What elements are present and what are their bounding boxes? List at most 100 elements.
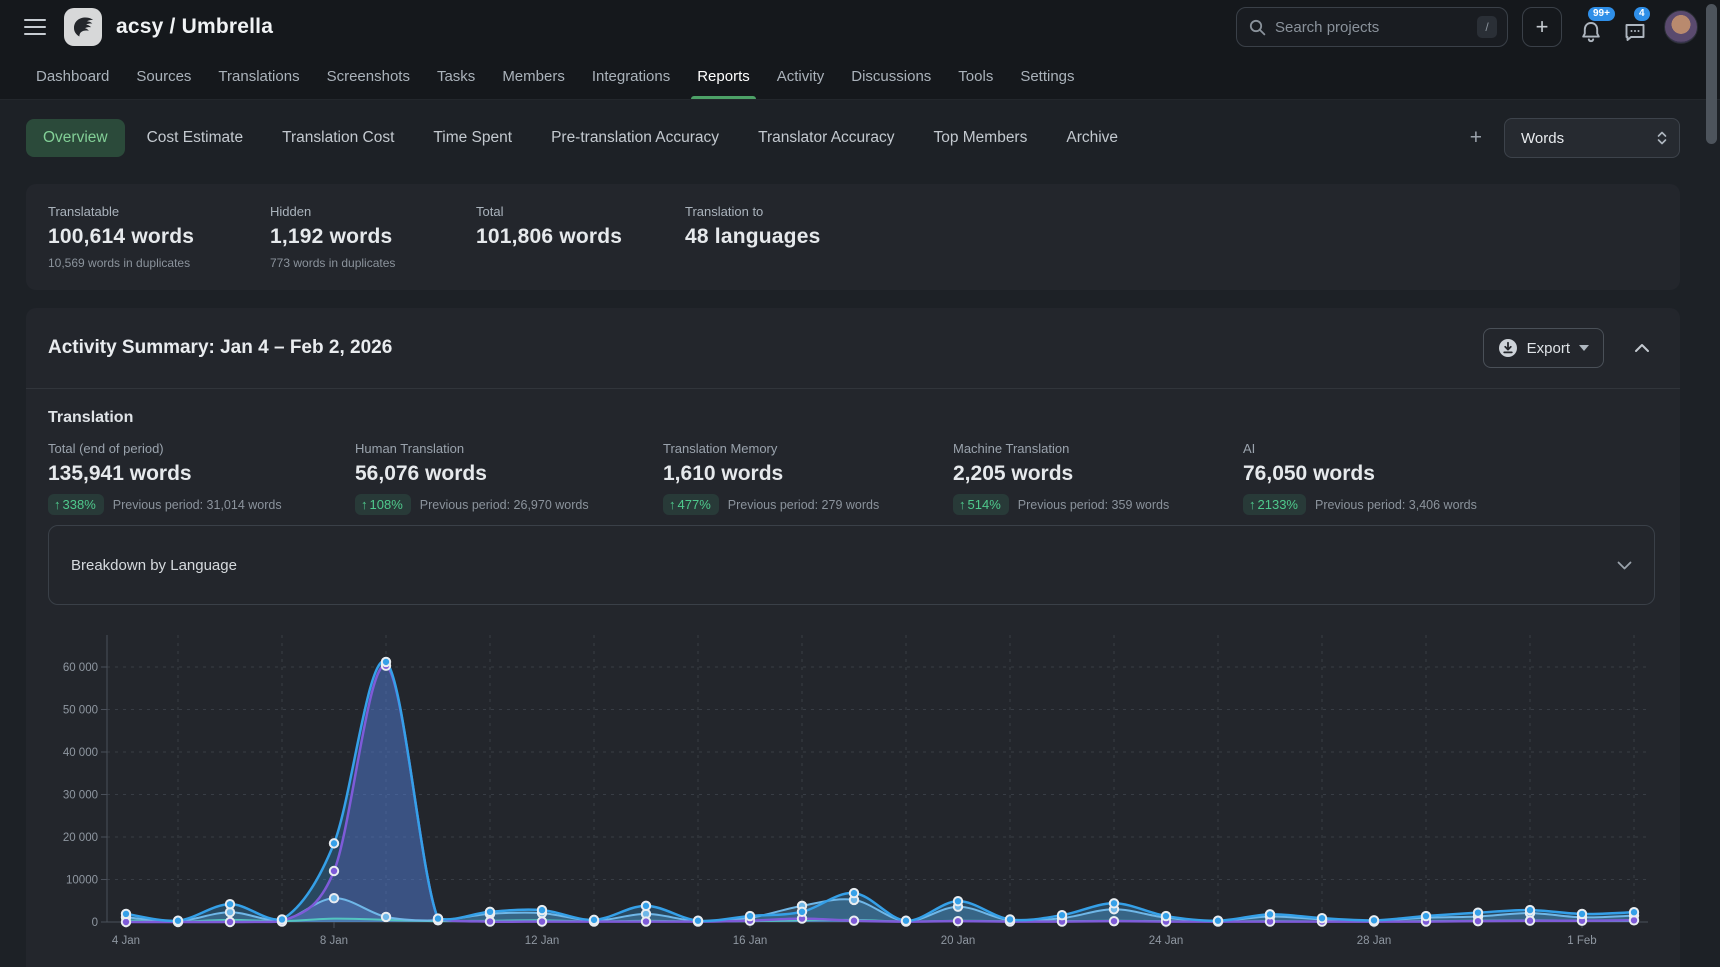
search-shortcut-key: /	[1477, 16, 1497, 38]
nav-item-translations[interactable]: Translations	[218, 54, 299, 99]
change-badge: ↑108%	[355, 494, 411, 515]
reports-tab-bar: Overview Cost Estimate Translation Cost …	[26, 116, 1680, 160]
nav-item-integrations[interactable]: Integrations	[592, 54, 670, 99]
stat-label: Total	[476, 204, 685, 219]
stat-label: Translation to	[685, 204, 820, 219]
arrow-up-icon: ↑	[959, 497, 966, 512]
change-badge: ↑2133%	[1243, 494, 1306, 515]
messages-button[interactable]: 4	[1620, 10, 1650, 44]
arrow-up-icon: ↑	[54, 497, 61, 512]
nav-item-members[interactable]: Members	[502, 54, 565, 99]
tab-cost-estimate[interactable]: Cost Estimate	[130, 119, 260, 157]
collapse-section-button[interactable]	[1634, 343, 1650, 353]
stat-translatable: Translatable 100,614 words 10,569 words …	[48, 204, 270, 290]
stat-value: 48 languages	[685, 225, 820, 249]
notifications-button[interactable]: 99+	[1576, 10, 1606, 44]
arrow-up-icon: ↑	[669, 497, 676, 512]
translation-section-title: Translation	[26, 389, 1680, 427]
svg-text:0: 0	[92, 917, 98, 929]
svg-text:20 Jan: 20 Jan	[941, 935, 976, 947]
unit-select[interactable]: Words	[1504, 118, 1680, 158]
stat-translation-to: Translation to 48 languages	[685, 204, 820, 290]
stat-sub: 773 words in duplicates	[270, 256, 476, 270]
arrow-up-icon: ↑	[361, 497, 368, 512]
activity-summary-card: Activity Summary: Jan 4 – Feb 2, 2026 Ex…	[26, 308, 1680, 967]
stat-value: 1,192 words	[270, 225, 476, 249]
svg-text:30 000: 30 000	[63, 790, 98, 802]
change-badge: ↑477%	[663, 494, 719, 515]
page-title: acsy / Umbrella	[116, 15, 273, 39]
nav-item-sources[interactable]: Sources	[136, 54, 191, 99]
tab-time-spent[interactable]: Time Spent	[416, 119, 529, 157]
tab-top-members[interactable]: Top Members	[916, 119, 1044, 157]
stat-value: 101,806 words	[476, 225, 685, 249]
download-icon	[1498, 338, 1518, 358]
tab-archive[interactable]: Archive	[1049, 119, 1135, 157]
words-summary-card: Translatable 100,614 words 10,569 words …	[26, 184, 1680, 290]
nav-item-tools[interactable]: Tools	[958, 54, 993, 99]
svg-text:20 000: 20 000	[63, 832, 98, 844]
messages-count-badge: 4	[1634, 7, 1650, 21]
hamburger-menu-icon[interactable]	[24, 19, 46, 35]
add-report-button[interactable]: +	[1470, 126, 1482, 150]
tab-overview[interactable]: Overview	[26, 119, 125, 157]
select-arrows-icon	[1657, 130, 1667, 146]
nav-item-tasks[interactable]: Tasks	[437, 54, 475, 99]
create-project-button[interactable]: +	[1522, 7, 1562, 47]
logo-bird-icon	[70, 14, 96, 40]
svg-text:24 Jan: 24 Jan	[1149, 935, 1184, 947]
breakdown-label: Breakdown by Language	[71, 557, 237, 574]
notifications-count-badge: 99+	[1588, 7, 1615, 21]
svg-text:12 Jan: 12 Jan	[525, 935, 560, 947]
stat-human-translation: Human Translation 56,076 words ↑108% Pre…	[355, 441, 663, 515]
export-button[interactable]: Export	[1483, 328, 1604, 368]
search-input[interactable]: Search projects /	[1236, 7, 1508, 47]
stat-value: 100,614 words	[48, 225, 270, 249]
bell-icon	[1580, 20, 1602, 44]
stat-label: Translatable	[48, 204, 270, 219]
stat-ai: AI 76,050 words ↑2133% Previous period: …	[1243, 441, 1477, 515]
nav-item-settings[interactable]: Settings	[1020, 54, 1074, 99]
nav-item-activity[interactable]: Activity	[777, 54, 825, 99]
stat-total-end-of-period: Total (end of period) 135,941 words ↑338…	[48, 441, 355, 515]
svg-text:4 Jan: 4 Jan	[112, 935, 140, 947]
svg-text:1 Feb: 1 Feb	[1567, 935, 1596, 947]
main-navigation: Dashboard Sources Translations Screensho…	[0, 54, 1720, 100]
nav-item-reports[interactable]: Reports	[697, 54, 750, 99]
unit-select-value: Words	[1521, 130, 1657, 147]
stat-hidden: Hidden 1,192 words 773 words in duplicat…	[270, 204, 476, 290]
search-placeholder: Search projects	[1275, 19, 1477, 36]
user-avatar[interactable]	[1664, 10, 1698, 44]
stat-translation-memory: Translation Memory 1,610 words ↑477% Pre…	[663, 441, 953, 515]
tab-translation-cost[interactable]: Translation Cost	[265, 119, 411, 157]
chat-icon	[1623, 20, 1647, 44]
stat-machine-translation: Machine Translation 2,205 words ↑514% Pr…	[953, 441, 1243, 515]
search-icon	[1249, 19, 1266, 36]
change-badge: ↑338%	[48, 494, 104, 515]
stat-sub: 10,569 words in duplicates	[48, 256, 270, 270]
svg-text:16 Jan: 16 Jan	[733, 935, 768, 947]
activity-area-chart[interactable]: 01000020 00030 00040 00050 00060 0004 Ja…	[26, 590, 1680, 960]
svg-text:40 000: 40 000	[63, 747, 98, 759]
tab-translator-accuracy[interactable]: Translator Accuracy	[741, 119, 911, 157]
svg-text:10000: 10000	[66, 875, 98, 887]
stat-total: Total 101,806 words	[476, 204, 685, 290]
top-bar: acsy / Umbrella Search projects / + 99+ …	[0, 0, 1720, 54]
translation-stats-row: Total (end of period) 135,941 words ↑338…	[26, 427, 1680, 515]
chevron-up-icon	[1634, 343, 1650, 353]
tab-pre-translation-accuracy[interactable]: Pre-translation Accuracy	[534, 119, 736, 157]
stat-label: Hidden	[270, 204, 476, 219]
svg-text:28 Jan: 28 Jan	[1357, 935, 1392, 947]
svg-text:60 000: 60 000	[63, 662, 98, 674]
nav-item-dashboard[interactable]: Dashboard	[36, 54, 109, 99]
export-label: Export	[1527, 340, 1570, 357]
page-scrollbar-thumb[interactable]	[1706, 4, 1717, 144]
nav-item-discussions[interactable]: Discussions	[851, 54, 931, 99]
arrow-up-icon: ↑	[1249, 497, 1256, 512]
change-badge: ↑514%	[953, 494, 1009, 515]
activity-summary-title: Activity Summary: Jan 4 – Feb 2, 2026	[48, 337, 392, 359]
nav-item-screenshots[interactable]: Screenshots	[327, 54, 410, 99]
chevron-down-icon	[1617, 561, 1632, 570]
app-logo[interactable]	[64, 8, 102, 46]
svg-text:8 Jan: 8 Jan	[320, 935, 348, 947]
